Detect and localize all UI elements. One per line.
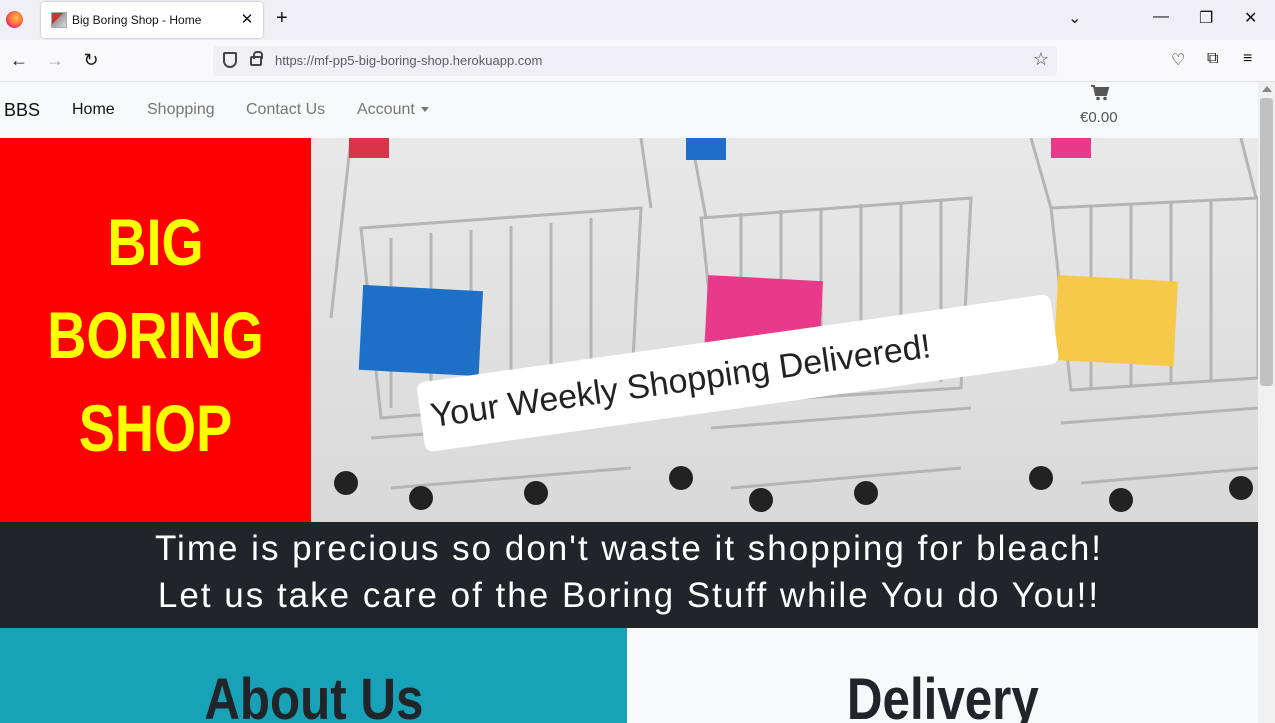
cart-icon[interactable] — [1090, 85, 1110, 101]
minimize-button[interactable]: — — [1153, 8, 1169, 26]
hero-image-trolleys: Your Weekly Shopping Delivered! — [311, 138, 1258, 522]
scrollbar-thumb[interactable] — [1260, 98, 1273, 386]
hero-title-line: SHOP — [78, 391, 233, 465]
tab-title: Big Boring Shop - Home — [72, 13, 202, 27]
scroll-up-icon[interactable] — [1262, 86, 1272, 92]
extensions-icon[interactable]: ⧉ — [1207, 50, 1218, 68]
delivery-section: Delivery — [627, 628, 1258, 723]
delivery-heading: Delivery — [846, 667, 1039, 723]
nav-account[interactable]: Account — [357, 101, 429, 119]
banner-line: Let us take care of the Boring Stuff whi… — [157, 576, 1101, 615]
back-button[interactable]: ← — [8, 50, 30, 71]
hero-title-line: BORING — [47, 298, 264, 372]
nav-home[interactable]: Home — [72, 101, 115, 119]
nav-contact[interactable]: Contact Us — [246, 101, 325, 119]
pocket-icon[interactable]: ♡ — [1171, 50, 1185, 70]
reload-button[interactable]: ↻ — [80, 50, 102, 71]
favicon-icon — [51, 12, 67, 28]
forward-button[interactable]: → — [44, 50, 66, 71]
site-navbar: BBS Home Shopping Contact Us Account €0.… — [0, 82, 1258, 138]
chevron-down-icon — [420, 107, 429, 113]
about-heading: About Us — [203, 667, 424, 723]
tab-active[interactable]: Big Boring Shop - Home ✕ — [41, 2, 263, 38]
firefox-icon[interactable] — [6, 11, 23, 28]
hero-logo-panel: BIG BORING SHOP — [0, 138, 311, 522]
tab-close-icon[interactable]: ✕ — [238, 10, 256, 28]
about-section: About Us — [0, 628, 627, 723]
nav-shopping[interactable]: Shopping — [147, 101, 215, 119]
hero-title: BIG BORING SHOP — [28, 196, 283, 475]
nav-account-label: Account — [357, 101, 415, 118]
trolleys-illustration — [329, 138, 1258, 512]
browser-toolbar: ← → ↻ https://mf-pp5-big-boring-shop.her… — [0, 40, 1275, 82]
web-page: BBS Home Shopping Contact Us Account €0.… — [0, 82, 1258, 723]
menu-icon[interactable]: ≡ — [1243, 50, 1252, 68]
cart-total[interactable]: €0.00 — [1080, 109, 1118, 126]
browser-tab-bar: Big Boring Shop - Home ✕ + ⌄ — ❐ ✕ — [0, 0, 1275, 40]
hero-title-line: BIG — [107, 205, 204, 279]
banner-message: Time is precious so don't waste it shopp… — [0, 522, 1258, 628]
address-bar[interactable]: https://mf-pp5-big-boring-shop.herokuapp… — [213, 46, 1057, 76]
banner-line: Time is precious so don't waste it shopp… — [154, 529, 1104, 568]
shield-icon[interactable] — [223, 52, 237, 68]
restore-button[interactable]: ❐ — [1199, 8, 1213, 28]
list-tabs-icon[interactable]: ⌄ — [1068, 8, 1081, 28]
brand-logo[interactable]: BBS — [4, 100, 40, 121]
close-window-button[interactable]: ✕ — [1244, 8, 1257, 28]
bookmark-star-icon[interactable]: ☆ — [1033, 49, 1049, 70]
lock-icon[interactable] — [250, 51, 263, 66]
new-tab-button[interactable]: + — [276, 7, 288, 30]
url-text[interactable]: https://mf-pp5-big-boring-shop.herokuapp… — [275, 53, 542, 68]
page-scrollbar[interactable] — [1258, 82, 1275, 723]
